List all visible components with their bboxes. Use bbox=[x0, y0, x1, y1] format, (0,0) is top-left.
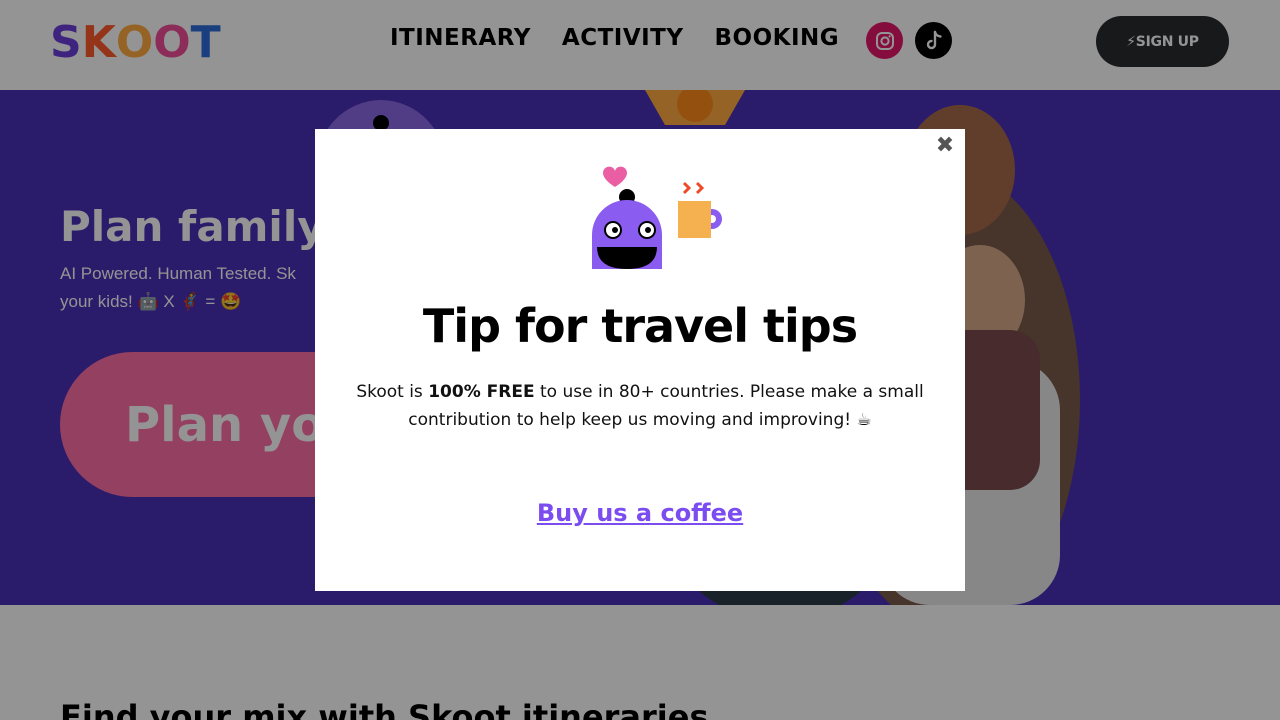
modal-body: Skoot is 100% FREE to use in 80+ countri… bbox=[355, 378, 925, 434]
tip-modal: ✖ Tip for travel tips Skoot is 100% FREE… bbox=[315, 129, 965, 591]
modal-body-text: Skoot is bbox=[356, 382, 429, 402]
buy-coffee-link[interactable]: Buy us a coffee bbox=[315, 499, 965, 527]
close-icon[interactable]: ✖ bbox=[933, 133, 957, 157]
modal-body-highlight: 100% FREE bbox=[428, 382, 535, 402]
modal-title: Tip for travel tips bbox=[422, 299, 858, 353]
robot-mascot-illustration bbox=[592, 166, 722, 269]
